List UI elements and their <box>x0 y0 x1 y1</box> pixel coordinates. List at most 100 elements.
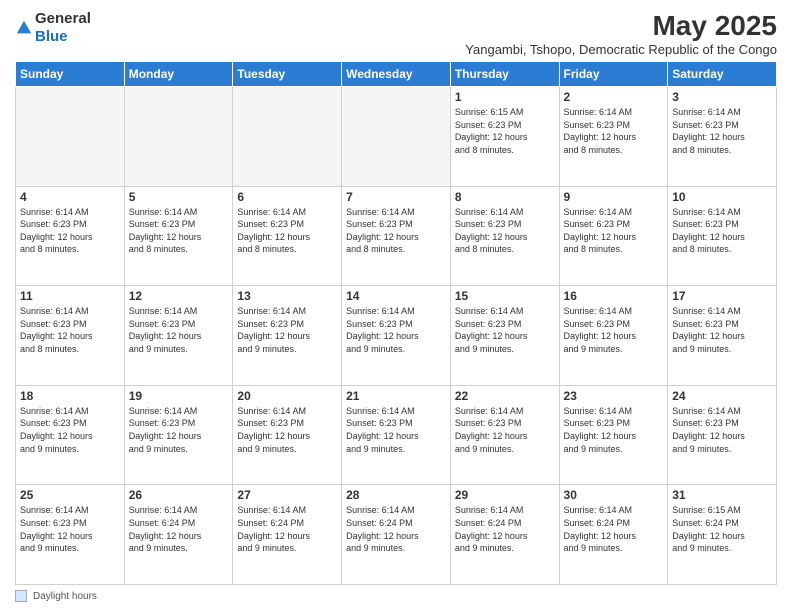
day-info-0-5: Sunrise: 6:14 AM Sunset: 6:23 PM Dayligh… <box>564 106 664 156</box>
cell-3-5: 23 Sunrise: 6:14 AM Sunset: 6:23 PM Dayli… <box>559 385 668 485</box>
cell-0-1 <box>124 87 233 187</box>
day-num-4-5: 30 <box>564 488 664 502</box>
calendar-body: 1Sunrise: 6:15 AM Sunset: 6:23 PM Daylig… <box>16 87 777 585</box>
day-info-4-2: Sunrise: 6:14 AM Sunset: 6:24 PM Dayligh… <box>237 504 337 554</box>
cell-0-0 <box>16 87 125 187</box>
cell-0-6: 3Sunrise: 6:14 AM Sunset: 6:23 PM Daylig… <box>668 87 777 187</box>
day-info-4-3: Sunrise: 6:14 AM Sunset: 6:24 PM Dayligh… <box>346 504 446 554</box>
weekday-header-row: Sunday Monday Tuesday Wednesday Thursday… <box>16 62 777 87</box>
header-friday: Friday <box>559 62 668 87</box>
week-row-3: 18 Sunrise: 6:14 AM Sunset: 6:23 PM Dayli… <box>16 385 777 485</box>
cell-4-6: 31Sunrise: 6:15 AM Sunset: 6:24 PM Dayli… <box>668 485 777 585</box>
day-num-3-2: 20 <box>237 389 337 403</box>
day-info-2-6: Sunrise: 6:14 AM Sunset: 6:23 PM Dayligh… <box>672 305 772 355</box>
day-info-1-5: Sunrise: 6:14 AM Sunset: 6:23 PM Dayligh… <box>564 206 664 256</box>
day-info-2-0: Sunrise: 6:14 AM Sunset: 6:23 PM Dayligh… <box>20 305 120 355</box>
day-num-2-4: 15 <box>455 289 555 303</box>
week-row-4: 25Sunrise: 6:14 AM Sunset: 6:23 PM Dayli… <box>16 485 777 585</box>
day-num-4-3: 28 <box>346 488 446 502</box>
day-num-1-0: 4 <box>20 190 120 204</box>
header-sunday: Sunday <box>16 62 125 87</box>
cell-1-1: 5Sunrise: 6:14 AM Sunset: 6:23 PM Daylig… <box>124 186 233 286</box>
logo-icon <box>15 19 33 37</box>
day-info-3-3: Sunrise: 6:14 AM Sunset: 6:23 PM Dayligh… <box>346 405 446 455</box>
day-info-2-1: Sunrise: 6:14 AM Sunset: 6:23 PM Dayligh… <box>129 305 229 355</box>
day-info-1-0: Sunrise: 6:14 AM Sunset: 6:23 PM Dayligh… <box>20 206 120 256</box>
footer: Daylight hours <box>15 590 777 602</box>
day-info-2-4: Sunrise: 6:14 AM Sunset: 6:23 PM Dayligh… <box>455 305 555 355</box>
day-num-3-3: 21 <box>346 389 446 403</box>
day-num-3-4: 22 <box>455 389 555 403</box>
cell-3-3: 21 Sunrise: 6:14 AM Sunset: 6:23 PM Dayli… <box>342 385 451 485</box>
day-info-2-2: Sunrise: 6:14 AM Sunset: 6:23 PM Dayligh… <box>237 305 337 355</box>
month-title: May 2025 <box>465 10 777 42</box>
day-num-1-3: 7 <box>346 190 446 204</box>
day-num-4-4: 29 <box>455 488 555 502</box>
day-num-0-6: 3 <box>672 90 772 104</box>
day-num-2-6: 17 <box>672 289 772 303</box>
day-info-3-4: Sunrise: 6:14 AM Sunset: 6:23 PM Dayligh… <box>455 405 555 455</box>
day-num-2-2: 13 <box>237 289 337 303</box>
cell-4-5: 30 Sunrise: 6:14 AM Sunset: 6:24 PM Dayli… <box>559 485 668 585</box>
logo-text: General Blue <box>35 10 91 46</box>
cell-1-3: 7Sunrise: 6:14 AM Sunset: 6:23 PM Daylig… <box>342 186 451 286</box>
day-info-3-5: Sunrise: 6:14 AM Sunset: 6:23 PM Dayligh… <box>564 405 664 455</box>
day-info-3-2: Sunrise: 6:14 AM Sunset: 6:23 PM Dayligh… <box>237 405 337 455</box>
header-monday: Monday <box>124 62 233 87</box>
day-num-4-1: 26 <box>129 488 229 502</box>
header-wednesday: Wednesday <box>342 62 451 87</box>
day-info-3-1: Sunrise: 6:14 AM Sunset: 6:23 PM Dayligh… <box>129 405 229 455</box>
cell-1-6: 10 Sunrise: 6:14 AM Sunset: 6:23 PM Dayli… <box>668 186 777 286</box>
logo: General Blue <box>15 10 91 46</box>
cell-1-2: 6 Sunrise: 6:14 AM Sunset: 6:23 PM Daylig… <box>233 186 342 286</box>
day-info-2-5: Sunrise: 6:14 AM Sunset: 6:23 PM Dayligh… <box>564 305 664 355</box>
cell-4-1: 26 Sunrise: 6:14 AM Sunset: 6:24 PM Dayli… <box>124 485 233 585</box>
day-info-3-0: Sunrise: 6:14 AM Sunset: 6:23 PM Dayligh… <box>20 405 120 455</box>
cell-3-4: 22 Sunrise: 6:14 AM Sunset: 6:23 PM Dayli… <box>450 385 559 485</box>
day-num-3-6: 24 <box>672 389 772 403</box>
day-num-1-6: 10 <box>672 190 772 204</box>
day-num-1-1: 5 <box>129 190 229 204</box>
day-info-0-4: Sunrise: 6:15 AM Sunset: 6:23 PM Dayligh… <box>455 106 555 156</box>
cell-0-3 <box>342 87 451 187</box>
day-num-3-0: 18 <box>20 389 120 403</box>
cell-1-5: 9Sunrise: 6:14 AM Sunset: 6:23 PM Daylig… <box>559 186 668 286</box>
header-saturday: Saturday <box>668 62 777 87</box>
cell-0-2 <box>233 87 342 187</box>
cell-1-4: 8 Sunrise: 6:14 AM Sunset: 6:23 PM Daylig… <box>450 186 559 286</box>
day-num-1-4: 8 <box>455 190 555 204</box>
day-info-4-0: Sunrise: 6:14 AM Sunset: 6:23 PM Dayligh… <box>20 504 120 554</box>
day-info-4-1: Sunrise: 6:14 AM Sunset: 6:24 PM Dayligh… <box>129 504 229 554</box>
day-num-3-5: 23 <box>564 389 664 403</box>
day-info-4-4: Sunrise: 6:14 AM Sunset: 6:24 PM Dayligh… <box>455 504 555 554</box>
day-num-2-0: 11 <box>20 289 120 303</box>
cell-3-2: 20 Sunrise: 6:14 AM Sunset: 6:23 PM Dayli… <box>233 385 342 485</box>
cell-2-0: 11 Sunrise: 6:14 AM Sunset: 6:23 PM Dayli… <box>16 286 125 386</box>
cell-4-4: 29 Sunrise: 6:14 AM Sunset: 6:24 PM Dayli… <box>450 485 559 585</box>
day-info-4-5: Sunrise: 6:14 AM Sunset: 6:24 PM Dayligh… <box>564 504 664 554</box>
week-row-2: 11 Sunrise: 6:14 AM Sunset: 6:23 PM Dayli… <box>16 286 777 386</box>
day-num-4-2: 27 <box>237 488 337 502</box>
header: General Blue May 2025 Yangambi, Tshopo, … <box>15 10 777 57</box>
calendar: Sunday Monday Tuesday Wednesday Thursday… <box>15 61 777 585</box>
cell-2-2: 13 Sunrise: 6:14 AM Sunset: 6:23 PM Dayli… <box>233 286 342 386</box>
title-block: May 2025 Yangambi, Tshopo, Democratic Re… <box>465 10 777 57</box>
cell-3-1: 19 Sunrise: 6:14 AM Sunset: 6:23 PM Dayli… <box>124 385 233 485</box>
cell-4-2: 27 Sunrise: 6:14 AM Sunset: 6:24 PM Dayli… <box>233 485 342 585</box>
week-row-0: 1Sunrise: 6:15 AM Sunset: 6:23 PM Daylig… <box>16 87 777 187</box>
cell-1-0: 4 Sunrise: 6:14 AM Sunset: 6:23 PM Daylig… <box>16 186 125 286</box>
day-info-1-2: Sunrise: 6:14 AM Sunset: 6:23 PM Dayligh… <box>237 206 337 256</box>
daylight-box <box>15 590 27 602</box>
cell-0-5: 2Sunrise: 6:14 AM Sunset: 6:23 PM Daylig… <box>559 87 668 187</box>
day-info-1-4: Sunrise: 6:14 AM Sunset: 6:23 PM Dayligh… <box>455 206 555 256</box>
day-num-2-3: 14 <box>346 289 446 303</box>
day-info-3-6: Sunrise: 6:14 AM Sunset: 6:23 PM Dayligh… <box>672 405 772 455</box>
header-tuesday: Tuesday <box>233 62 342 87</box>
day-info-4-6: Sunrise: 6:15 AM Sunset: 6:24 PM Dayligh… <box>672 504 772 554</box>
day-info-1-6: Sunrise: 6:14 AM Sunset: 6:23 PM Dayligh… <box>672 206 772 256</box>
location-title: Yangambi, Tshopo, Democratic Republic of… <box>465 42 777 57</box>
day-num-2-5: 16 <box>564 289 664 303</box>
day-num-3-1: 19 <box>129 389 229 403</box>
day-num-1-2: 6 <box>237 190 337 204</box>
cell-0-4: 1Sunrise: 6:15 AM Sunset: 6:23 PM Daylig… <box>450 87 559 187</box>
